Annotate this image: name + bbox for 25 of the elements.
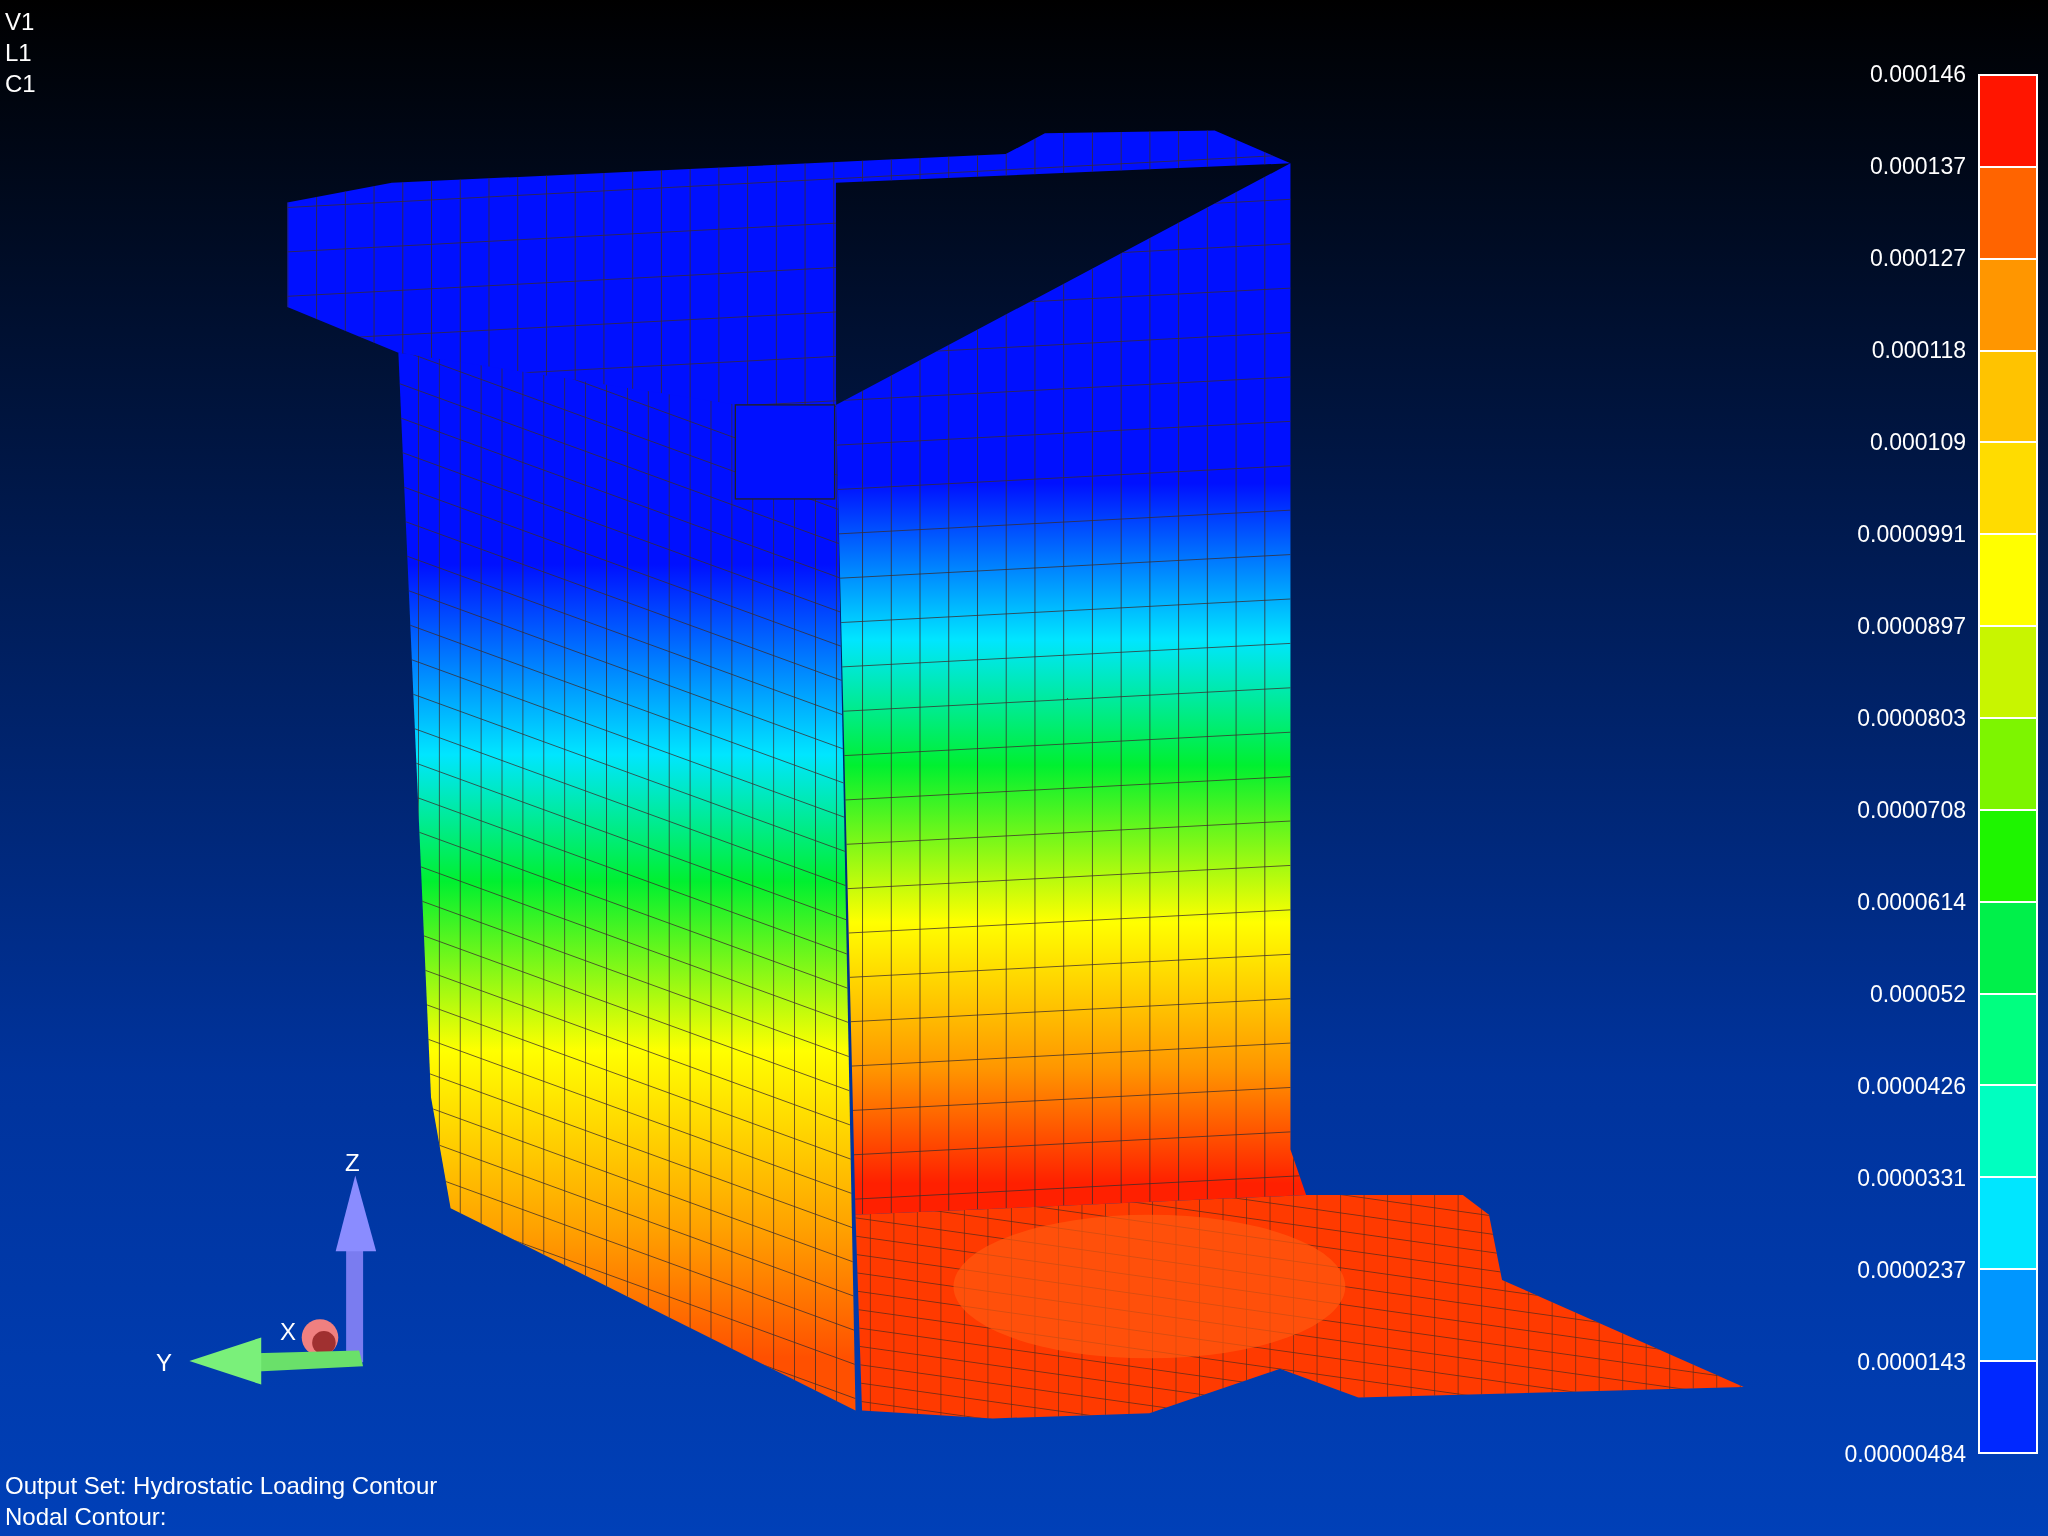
legend-value: 0.00000484 [1844, 1440, 1966, 1469]
legend-value: 0.0000614 [1857, 888, 1966, 917]
legend-value: 0.0000897 [1857, 612, 1966, 641]
footer-text: Nodal Contour: [5, 1502, 168, 1532]
legend-value: 0.000146 [1870, 60, 1966, 89]
legend-value: 0.0000426 [1857, 1072, 1966, 1101]
legend-value: 0.0000803 [1857, 704, 1966, 733]
legend-value: 0.000109 [1870, 428, 1966, 457]
axis-label: Y [156, 1348, 172, 1378]
legend-value: 0.000137 [1870, 152, 1966, 181]
legend-value: 0.0000237 [1857, 1256, 1966, 1285]
view-label: L1 [5, 38, 33, 68]
legend-value: 0.0000708 [1857, 796, 1966, 825]
legend-value: 0.000052 [1870, 980, 1966, 1009]
model-viewport[interactable] [0, 0, 2048, 1536]
legend-value: 0.0000991 [1857, 520, 1966, 549]
axis-label: Z [345, 1148, 360, 1178]
legend-value: 0.0000143 [1857, 1348, 1966, 1377]
view-label: V1 [5, 7, 36, 37]
legend-value: 0.000118 [1871, 336, 1966, 365]
view-label: C1 [5, 69, 36, 99]
legend-value: 0.000127 [1870, 244, 1966, 273]
legend-value: 0.0000331 [1857, 1164, 1966, 1193]
axis-label: X [280, 1317, 296, 1347]
footer-text: Output Set: Hydrostatic Loading Contour [5, 1471, 438, 1501]
